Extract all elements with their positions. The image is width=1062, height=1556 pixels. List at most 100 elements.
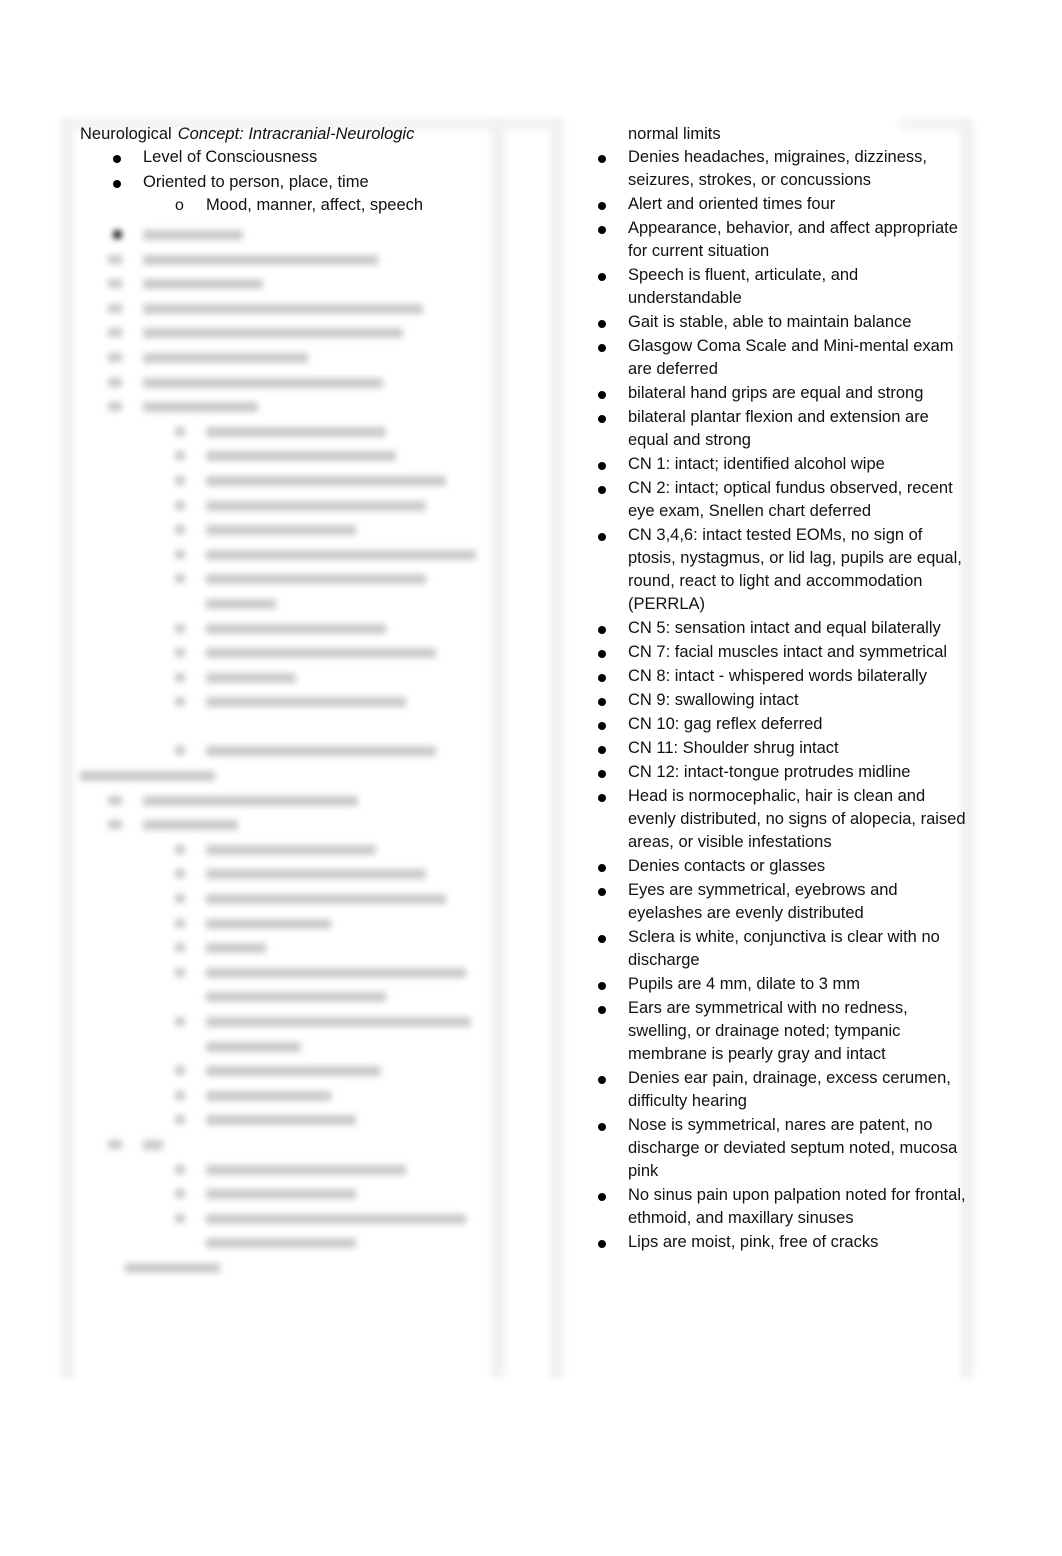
blurred-text bbox=[206, 1066, 381, 1077]
bullet-icon bbox=[598, 1240, 606, 1248]
blurred-marker bbox=[175, 1189, 185, 1199]
list-item-text: CN 8: intact - whispered words bilateral… bbox=[628, 667, 927, 685]
table-border-mid-right bbox=[550, 120, 564, 1378]
sub-list-item: o Mood, manner, affect, speech bbox=[80, 194, 490, 217]
table-border-mid-left bbox=[491, 120, 505, 1378]
blurred-marker bbox=[108, 352, 122, 362]
list-item: Alert and oriented times four bbox=[596, 193, 966, 216]
blurred-text bbox=[206, 1189, 356, 1200]
blurred-line bbox=[80, 1132, 500, 1157]
list-item-text: Nose is symmetrical, nares are patent, n… bbox=[628, 1116, 958, 1180]
list-item: Glasgow Coma Scale and Mini-mental exam … bbox=[596, 335, 966, 381]
blurred-text bbox=[206, 894, 446, 905]
circle-bullet-icon: o bbox=[175, 197, 184, 214]
blurred-marker bbox=[175, 918, 185, 928]
blurred-text bbox=[206, 623, 386, 634]
blurred-marker bbox=[175, 1066, 185, 1076]
list-item-text: bilateral plantar flexion and extension … bbox=[628, 408, 929, 449]
blurred-text bbox=[143, 1139, 163, 1150]
bullet-icon bbox=[598, 650, 606, 658]
blurred-line bbox=[80, 1083, 500, 1108]
bullet-icon bbox=[598, 273, 606, 281]
list-item-text: CN 7: facial muscles intact and symmetri… bbox=[628, 643, 948, 661]
blurred-text bbox=[206, 992, 386, 1003]
blurred-marker bbox=[108, 795, 122, 805]
bullet-icon bbox=[598, 674, 606, 682]
blurred-text bbox=[206, 598, 276, 609]
blurred-text bbox=[143, 377, 383, 388]
blurred-text bbox=[143, 303, 423, 314]
blurred-line bbox=[80, 1230, 500, 1255]
list-item-text: Oriented to person, place, time bbox=[143, 173, 369, 191]
blurred-marker bbox=[175, 1115, 185, 1125]
blurred-line bbox=[80, 591, 500, 616]
blurred-text bbox=[206, 1164, 406, 1175]
blurred-marker bbox=[108, 402, 122, 412]
blurred-line bbox=[80, 566, 500, 591]
right-column: normal limits Denies headaches, migraine… bbox=[596, 123, 966, 1254]
blurred-text bbox=[143, 402, 258, 413]
blurred-text bbox=[206, 1213, 466, 1224]
blurred-line bbox=[80, 1034, 500, 1059]
list-item-text: Appearance, behavior, and affect appropr… bbox=[628, 219, 958, 260]
blurred-line bbox=[80, 271, 500, 296]
blurred-text bbox=[206, 549, 476, 560]
bullet-icon bbox=[113, 155, 121, 163]
list-item-text: CN 9: swallowing intact bbox=[628, 691, 799, 709]
left-column: Neurological Concept: Intracranial-Neurol… bbox=[80, 123, 490, 217]
blurred-text bbox=[125, 1262, 220, 1273]
list-item-text: CN 12: intact-tongue protrudes midline bbox=[628, 763, 911, 781]
blurred-line bbox=[80, 468, 500, 493]
section-title: Neurological bbox=[80, 125, 172, 143]
list-item-text: Level of Consciousness bbox=[143, 148, 318, 166]
list-item-text: Eyes are symmetrical, eyebrows and eyela… bbox=[628, 881, 898, 922]
list-item: Denies ear pain, drainage, excess cerume… bbox=[596, 1067, 966, 1113]
blurred-text bbox=[143, 795, 358, 806]
bullet-icon bbox=[598, 770, 606, 778]
blurred-text bbox=[206, 1090, 331, 1101]
list-item: Nose is symmetrical, nares are patent, n… bbox=[596, 1114, 966, 1183]
list-item-text: No sinus pain upon palpation noted for f… bbox=[628, 1186, 966, 1227]
blurred-text bbox=[206, 672, 296, 683]
bullet-icon bbox=[598, 486, 606, 494]
blurred-line bbox=[80, 984, 500, 1009]
blurred-text bbox=[143, 254, 378, 265]
blurred-marker bbox=[175, 894, 185, 904]
blurred-text bbox=[206, 869, 426, 880]
blurred-text bbox=[206, 697, 406, 708]
list-item: Lips are moist, pink, free of cracks bbox=[596, 1231, 966, 1254]
list-item: CN 3,4,6: intact tested EOMs, no sign of… bbox=[596, 524, 966, 616]
bullet-icon bbox=[598, 1193, 606, 1201]
blurred-marker bbox=[175, 574, 185, 584]
blurred-line bbox=[80, 640, 500, 665]
blurred-marker bbox=[175, 844, 185, 854]
blurred-marker bbox=[175, 549, 185, 559]
list-item: Appearance, behavior, and affect appropr… bbox=[596, 217, 966, 263]
blurred-line bbox=[80, 861, 500, 886]
blurred-marker bbox=[175, 426, 185, 436]
blurred-marker bbox=[175, 623, 185, 633]
blurred-marker bbox=[175, 1017, 185, 1026]
blurred-line bbox=[80, 911, 500, 936]
blurred-line bbox=[80, 689, 500, 714]
blurred-line bbox=[80, 370, 500, 395]
blurred-line bbox=[80, 1181, 500, 1206]
blurred-text bbox=[206, 1017, 471, 1027]
blurred-line bbox=[80, 665, 500, 690]
blurred-marker bbox=[108, 328, 122, 338]
bullet-icon bbox=[113, 180, 121, 188]
list-item: bilateral plantar flexion and extension … bbox=[596, 406, 966, 452]
bullet-icon bbox=[598, 794, 606, 802]
list-item: CN 2: intact; optical fundus observed, r… bbox=[596, 477, 966, 523]
list-item-text: CN 1: intact; identified alcohol wipe bbox=[628, 455, 885, 473]
concept-label: Concept: Intracranial-Neurologic bbox=[177, 125, 415, 143]
list-item: bilateral hand grips are equal and stron… bbox=[596, 382, 966, 405]
blurred-line bbox=[80, 1058, 500, 1083]
bullet-icon bbox=[598, 226, 606, 234]
list-item-text: Sclera is white, conjunctiva is clear wi… bbox=[628, 928, 940, 969]
blurred-marker bbox=[175, 967, 185, 977]
bullet-icon bbox=[598, 155, 606, 163]
section-heading: Neurological Concept: Intracranial-Neurol… bbox=[80, 123, 490, 146]
list-item-text: CN 3,4,6: intact tested EOMs, no sign of… bbox=[628, 526, 962, 613]
blurred-line bbox=[80, 763, 500, 788]
